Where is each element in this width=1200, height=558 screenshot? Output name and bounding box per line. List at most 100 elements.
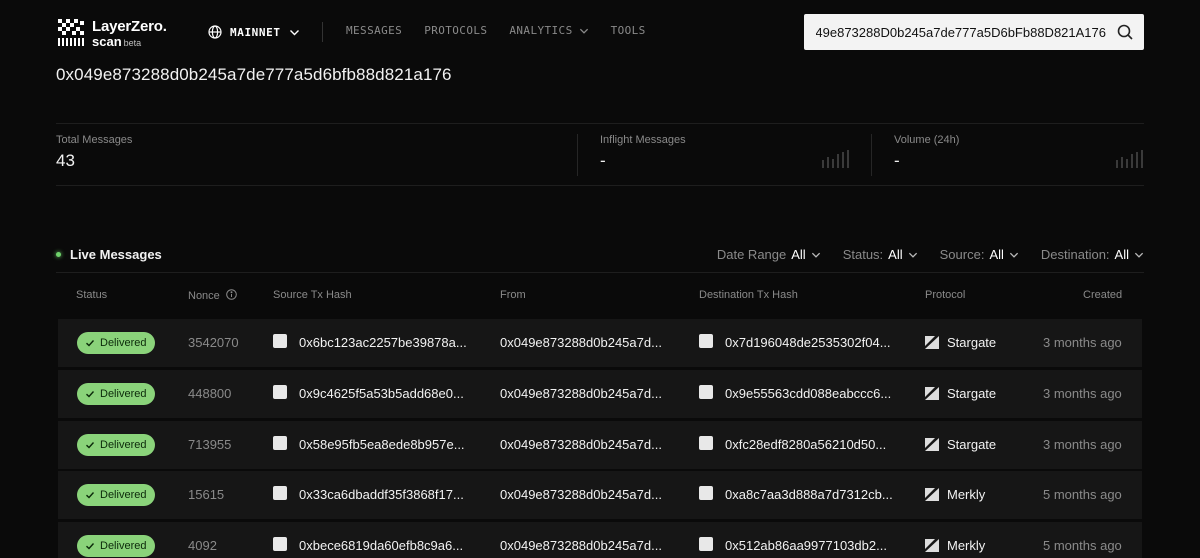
from-address-link[interactable]: 0x049e873288d0b245a7d... bbox=[500, 335, 662, 350]
table-row[interactable]: Delivered 3542070 0x6bc123ac2257be39878a… bbox=[58, 319, 1142, 367]
stats-divider-bottom bbox=[56, 185, 1144, 186]
network-selector[interactable]: MAINNET bbox=[208, 22, 300, 42]
source-tx-hash-link[interactable]: 0x58e95fb5ea8ede8b957e... bbox=[299, 437, 465, 452]
nav-tools[interactable]: TOOLS bbox=[611, 24, 646, 37]
chevron-down-icon bbox=[1009, 252, 1018, 258]
from-address-link[interactable]: 0x049e873288d0b245a7d... bbox=[500, 538, 662, 553]
destination-tx-hash-link[interactable]: 0x9e55563cdd088eabccc6... bbox=[725, 386, 891, 401]
filter-label: Source: bbox=[939, 247, 985, 262]
filter-value: All bbox=[989, 247, 1004, 262]
status-label: Delivered bbox=[100, 337, 147, 349]
live-indicator-dot bbox=[56, 252, 61, 257]
protocol-icon bbox=[925, 336, 939, 349]
nav-analytics-label: ANALYTICS bbox=[509, 24, 573, 37]
nav-protocols[interactable]: PROTOCOLS bbox=[424, 24, 487, 37]
destination-tx-hash-link[interactable]: 0xfc28edf8280a56210d50... bbox=[725, 437, 886, 452]
search-icon[interactable] bbox=[1116, 23, 1134, 41]
nonce-value: 448800 bbox=[188, 386, 232, 401]
column-header-source-tx: Source Tx Hash bbox=[273, 289, 352, 301]
status-badge: Delivered bbox=[77, 383, 156, 405]
filter-label: Destination: bbox=[1040, 247, 1110, 262]
check-icon bbox=[86, 391, 95, 398]
from-address-link[interactable]: 0x049e873288d0b245a7d... bbox=[500, 386, 662, 401]
info-icon[interactable] bbox=[226, 289, 237, 300]
table-row[interactable]: Delivered 448800 0x9c4625f5a53b5add68e0.… bbox=[58, 370, 1142, 418]
filter-value: All bbox=[1114, 247, 1129, 262]
source-chain-icon bbox=[273, 436, 287, 450]
chevron-down-icon bbox=[289, 29, 299, 35]
chevron-down-icon bbox=[1134, 252, 1144, 258]
protocol-icon bbox=[925, 539, 939, 552]
nonce-value: 3542070 bbox=[188, 335, 239, 350]
table-row[interactable]: Delivered 713955 0x58e95fb5ea8ede8b957e.… bbox=[58, 421, 1142, 469]
filter-status[interactable]: Status: All bbox=[843, 247, 918, 262]
source-chain-icon bbox=[273, 486, 287, 500]
source-tx-hash-link[interactable]: 0x6bc123ac2257be39878a... bbox=[299, 335, 467, 350]
destination-chain-icon bbox=[699, 537, 713, 551]
source-chain-icon bbox=[273, 334, 287, 348]
logo-subtitle: scan beta bbox=[92, 34, 141, 49]
globe-icon bbox=[208, 25, 222, 39]
nav-protocols-label: PROTOCOLS bbox=[424, 24, 488, 37]
stat-separator bbox=[577, 134, 578, 176]
layerzero-scan-logo[interactable]: LayerZero. scan beta bbox=[56, 16, 167, 50]
protocol-icon bbox=[925, 488, 939, 501]
protocol-name: Merkly bbox=[947, 538, 986, 553]
protocol-name: Stargate bbox=[947, 335, 997, 350]
chevron-down-icon bbox=[908, 252, 917, 258]
status-label: Delivered bbox=[100, 439, 147, 451]
status-label: Delivered bbox=[100, 388, 147, 400]
filter-destination[interactable]: Destination: All bbox=[1041, 247, 1144, 262]
destination-tx-hash-link[interactable]: 0x512ab86aa9977103db2... bbox=[725, 538, 887, 553]
filter-date-range[interactable]: Date Range All bbox=[717, 247, 821, 262]
stat-total-messages: Total Messages 43 bbox=[56, 134, 132, 171]
source-tx-hash-link[interactable]: 0x33ca6dbaddf35f3868f17... bbox=[299, 487, 464, 502]
destination-tx-hash-link[interactable]: 0x7d196048de2535302f04... bbox=[725, 335, 891, 350]
network-label: MAINNET bbox=[230, 25, 281, 39]
stat-value: - bbox=[894, 151, 900, 170]
status-badge: Delivered bbox=[77, 434, 156, 456]
source-tx-hash-link[interactable]: 0xbece6819da60efb8c9a6... bbox=[299, 538, 463, 553]
table-row[interactable]: Delivered 15615 0x33ca6dbaddf35f3868f17.… bbox=[58, 471, 1142, 519]
stats-divider-top bbox=[56, 123, 1144, 124]
from-address-link[interactable]: 0x049e873288d0b245a7d... bbox=[500, 437, 662, 452]
protocol-name: Stargate bbox=[947, 386, 997, 401]
column-header-protocol: Protocol bbox=[925, 289, 966, 301]
source-chain-icon bbox=[273, 537, 287, 551]
created-time: 5 months ago bbox=[1043, 538, 1122, 553]
from-address-link[interactable]: 0x049e873288d0b245a7d... bbox=[500, 487, 662, 502]
nonce-value: 15615 bbox=[188, 487, 225, 502]
destination-chain-icon bbox=[699, 486, 713, 500]
destination-tx-hash-link[interactable]: 0xa8c7aa3d888a7d7312cb... bbox=[725, 487, 893, 502]
mini-bar-chart-icon bbox=[1116, 150, 1143, 168]
status-badge: Delivered bbox=[77, 332, 156, 354]
created-time: 5 months ago bbox=[1043, 487, 1122, 502]
table-row[interactable]: Delivered 4092 0xbece6819da60efb8c9a6...… bbox=[58, 522, 1142, 558]
nav-messages[interactable]: MESSAGES bbox=[346, 24, 402, 37]
check-icon bbox=[86, 340, 95, 347]
header-divider bbox=[322, 22, 323, 42]
filter-value: All bbox=[888, 247, 903, 262]
column-header-status: Status bbox=[76, 289, 108, 301]
column-header-destination-tx: Destination Tx Hash bbox=[699, 289, 798, 301]
destination-chain-icon bbox=[699, 436, 713, 450]
filter-label: Status: bbox=[842, 247, 884, 262]
protocol-icon bbox=[925, 387, 939, 400]
nav-analytics[interactable]: ANALYTICS bbox=[509, 24, 588, 37]
search-input[interactable] bbox=[816, 14, 1106, 50]
filter-source[interactable]: Source: All bbox=[940, 247, 1019, 262]
created-time: 3 months ago bbox=[1043, 335, 1122, 350]
stat-label: Inflight Messages bbox=[600, 134, 686, 146]
status-badge: Delivered bbox=[77, 484, 156, 506]
destination-chain-icon bbox=[699, 385, 713, 399]
filter-value: All bbox=[791, 247, 806, 262]
logo-wordmark: LayerZero. bbox=[92, 18, 167, 35]
check-icon bbox=[86, 543, 95, 550]
status-label: Delivered bbox=[100, 540, 147, 552]
stat-value: 43 bbox=[56, 151, 75, 170]
check-icon bbox=[86, 442, 95, 449]
source-chain-icon bbox=[273, 385, 287, 399]
column-header-nonce: Nonce bbox=[188, 289, 237, 302]
stat-separator bbox=[871, 134, 872, 176]
source-tx-hash-link[interactable]: 0x9c4625f5a53b5add68e0... bbox=[299, 386, 464, 401]
